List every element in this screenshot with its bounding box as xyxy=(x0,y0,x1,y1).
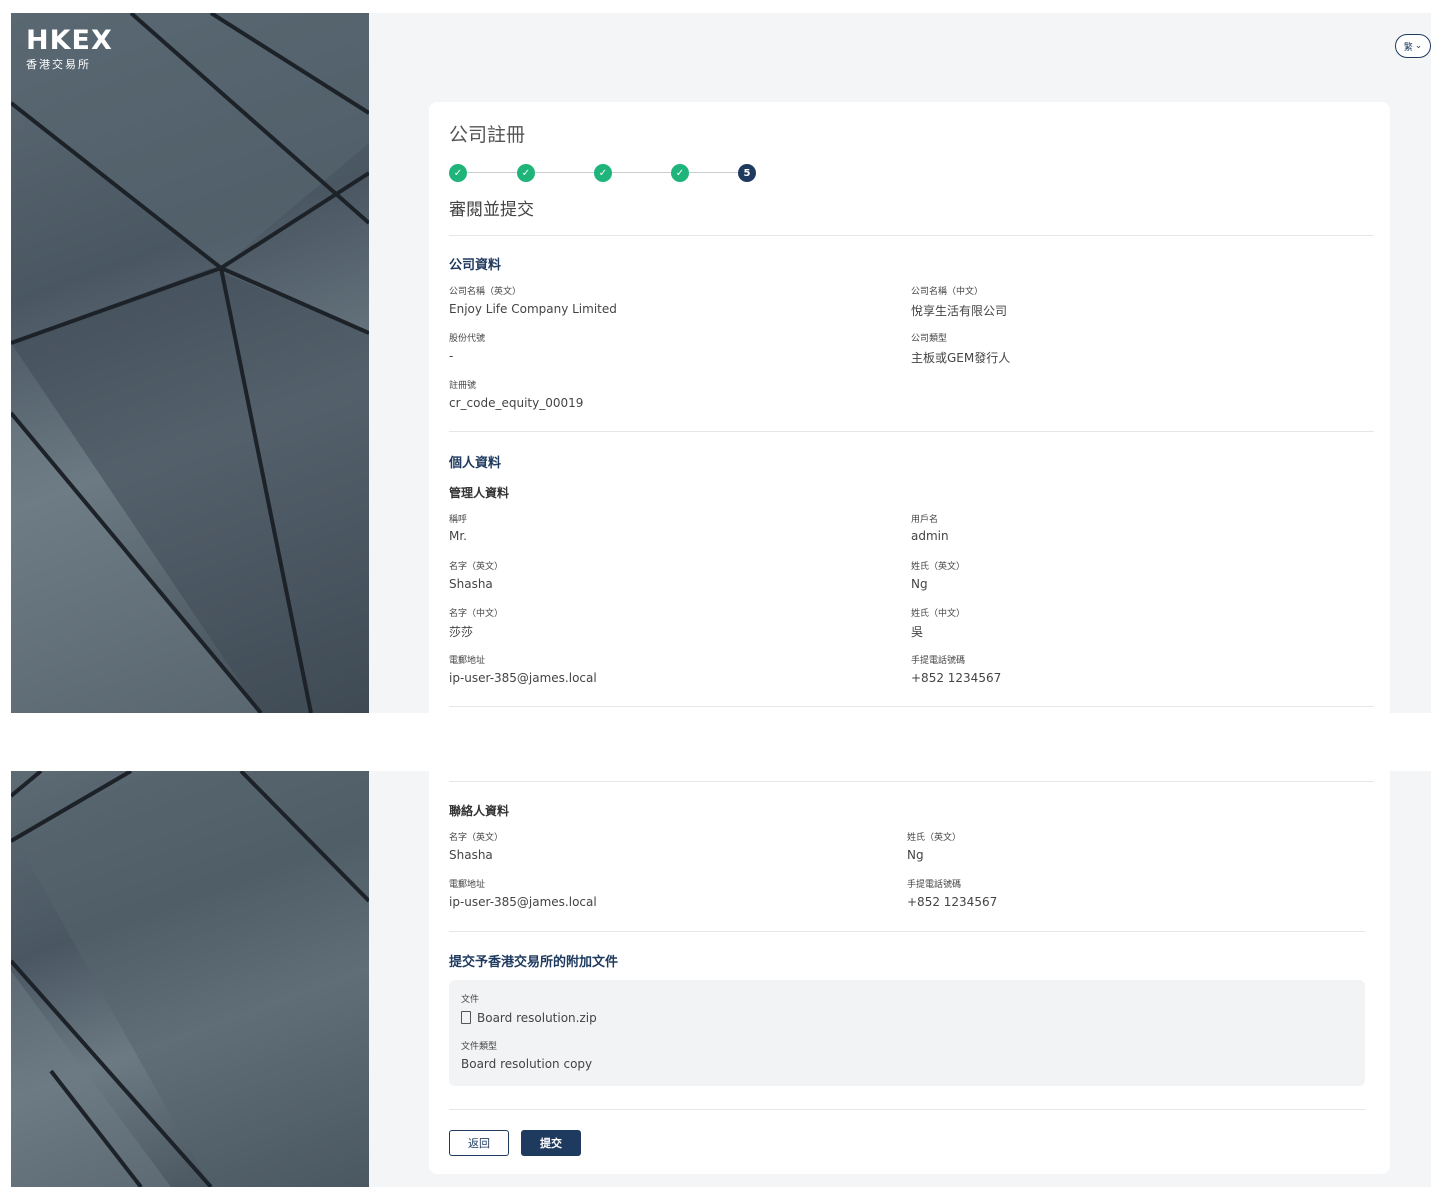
contact-mobile: +852 1234567 xyxy=(907,895,998,909)
documents-heading: 提交予香港交易所的附加文件 xyxy=(449,955,619,970)
language-toggle[interactable]: 繁 ⌄ xyxy=(1395,34,1431,58)
first-name-en-label: 名字（英文） xyxy=(449,562,504,572)
contact-heading: 聯絡人資料 xyxy=(449,804,510,818)
logo-text: HKEX xyxy=(26,25,113,56)
contact-email-label: 電郵地址 xyxy=(449,880,486,890)
company-name-zh: 悅享生活有限公司 xyxy=(911,304,1008,318)
cr-value: cr_code_equity_00019 xyxy=(449,396,584,410)
first-name-zh-label: 名字（中文） xyxy=(449,609,504,619)
step-1-done: ✓ xyxy=(449,164,467,182)
page-title: 公司註冊 xyxy=(449,124,526,146)
company-type-label: 公司類型 xyxy=(911,334,948,344)
first-name-zh: 莎莎 xyxy=(449,625,474,639)
file-type: Board resolution copy xyxy=(461,1057,593,1071)
contact-first-name-en: Shasha xyxy=(449,848,493,862)
registration-card-continued: 聯絡人資料 名字（英文） Shasha 姓氏（英文） Ng 電郵地址 ip-us… xyxy=(429,771,1390,1174)
stock-code: - xyxy=(449,349,454,363)
chevron-down-icon: ⌄ xyxy=(1414,41,1423,51)
file-type-label: 文件類型 xyxy=(461,1042,498,1052)
company-name-zh-label: 公司名稱（中文） xyxy=(911,287,984,297)
submit-button[interactable]: 提交 xyxy=(521,1130,581,1156)
banner-pattern xyxy=(11,13,369,713)
contact-last-name-en-label: 姓氏（英文） xyxy=(907,833,962,843)
divider xyxy=(449,706,1374,707)
company-name-en: Enjoy Life Company Limited xyxy=(449,302,617,316)
divider xyxy=(449,235,1374,236)
step-2-done: ✓ xyxy=(517,164,535,182)
admin-heading: 管理人資料 xyxy=(449,486,510,500)
logo-subtext: 香港交易所 xyxy=(26,58,91,71)
side-banner: HKEX 香港交易所 xyxy=(11,13,369,713)
banner-pattern xyxy=(11,771,369,1187)
step-title: 審閱並提交 xyxy=(449,200,534,220)
step-connector xyxy=(535,172,594,173)
company-name-en-label: 公司名稱（英文） xyxy=(449,287,522,297)
contact-mobile-label: 手提電話號碼 xyxy=(907,880,962,890)
registration-card: 公司註冊 ✓ ✓ ✓ ✓ 5 審閱並提交 公司資料 公司名稱（英文） Enjoy… xyxy=(429,102,1390,713)
last-name-en: Ng xyxy=(911,577,928,591)
salutation: Mr. xyxy=(449,529,467,543)
step-5-current: 5 xyxy=(738,164,756,182)
salutation-label: 稱呼 xyxy=(449,515,468,525)
step-connector xyxy=(467,172,517,173)
file-icon xyxy=(461,1011,471,1024)
email-label: 電郵地址 xyxy=(449,656,486,666)
username: admin xyxy=(911,529,949,543)
company-type: 主板或GEM發行人 xyxy=(911,351,1011,365)
hkex-logo: HKEX 香港交易所 xyxy=(26,27,113,72)
file-name: Board resolution.zip xyxy=(477,1011,597,1025)
company-heading: 公司資料 xyxy=(449,258,502,273)
divider xyxy=(449,931,1365,932)
contact-first-name-en-label: 名字（英文） xyxy=(449,833,504,843)
language-label: 繁 xyxy=(1403,42,1413,53)
contact-email: ip-user-385@james.local xyxy=(449,895,597,909)
first-name-en: Shasha xyxy=(449,577,493,591)
personal-heading: 個人資料 xyxy=(449,456,502,471)
step-3-done: ✓ xyxy=(594,164,612,182)
mobile: +852 1234567 xyxy=(911,671,1002,685)
step-4-done: ✓ xyxy=(671,164,689,182)
divider xyxy=(449,1109,1365,1110)
last-name-zh: 吳 xyxy=(911,625,924,639)
document-box: 文件 Board resolution.zip 文件類型 Board resol… xyxy=(449,980,1365,1086)
last-name-zh-label: 姓氏（中文） xyxy=(911,609,966,619)
stepper: ✓ ✓ ✓ ✓ 5 xyxy=(449,164,769,184)
cr-label: 註冊號 xyxy=(449,381,477,391)
username-label: 用戶名 xyxy=(911,515,939,525)
file-link[interactable]: Board resolution.zip xyxy=(461,1011,597,1025)
screenshot-top: HKEX 香港交易所 繁 ⌄ 公司註冊 ✓ ✓ ✓ ✓ 5 審閱並提交 公司資料… xyxy=(11,13,1431,713)
file-label: 文件 xyxy=(461,995,480,1005)
side-banner xyxy=(11,771,369,1187)
stock-code-label: 股份代號 xyxy=(449,334,486,344)
mobile-label: 手提電話號碼 xyxy=(911,656,966,666)
step-connector xyxy=(689,172,738,173)
screenshot-bottom: 聯絡人資料 名字（英文） Shasha 姓氏（英文） Ng 電郵地址 ip-us… xyxy=(11,771,1431,1187)
divider xyxy=(449,431,1374,432)
back-button[interactable]: 返回 xyxy=(449,1130,509,1156)
last-name-en-label: 姓氏（英文） xyxy=(911,562,966,572)
contact-last-name-en: Ng xyxy=(907,848,924,862)
email: ip-user-385@james.local xyxy=(449,671,597,685)
divider xyxy=(449,781,1374,782)
step-connector xyxy=(612,172,671,173)
